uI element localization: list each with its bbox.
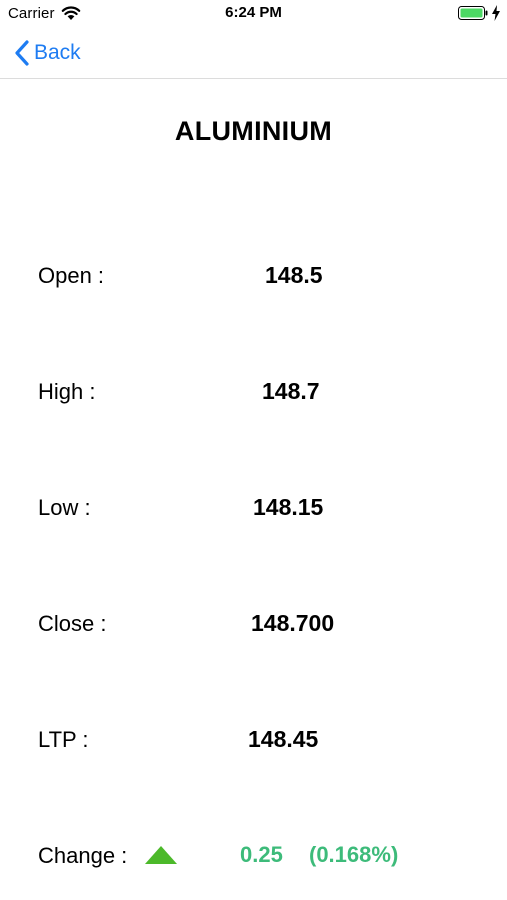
close-value: 148.700 [251, 610, 335, 636]
chevron-left-icon [15, 40, 29, 66]
change-percent: (0.168%) [309, 842, 399, 867]
open-value: 148.5 [265, 262, 323, 288]
change-value: 0.25 [240, 842, 283, 867]
page-title: ALUMINIUM [174, 116, 333, 146]
change-label: Change : [38, 843, 128, 868]
open-label: Open : [38, 263, 105, 288]
navigation-bar: Back [0, 28, 507, 79]
back-button[interactable]: Back [14, 38, 81, 68]
high-label: High : [38, 379, 96, 404]
triangle-up-icon [145, 846, 177, 864]
charging-bolt-icon [492, 5, 500, 21]
back-button-label: Back [34, 41, 81, 64]
battery-icon [458, 6, 488, 20]
high-value: 148.7 [262, 378, 320, 404]
low-value: 148.15 [253, 494, 324, 520]
ltp-label: LTP : [38, 727, 89, 752]
status-time: 6:24 PM [225, 4, 282, 21]
close-label: Close : [38, 611, 107, 636]
low-label: Low : [38, 495, 91, 520]
ltp-value: 148.45 [248, 726, 319, 752]
status-bar: Carrier 6:24 PM [0, 0, 507, 28]
